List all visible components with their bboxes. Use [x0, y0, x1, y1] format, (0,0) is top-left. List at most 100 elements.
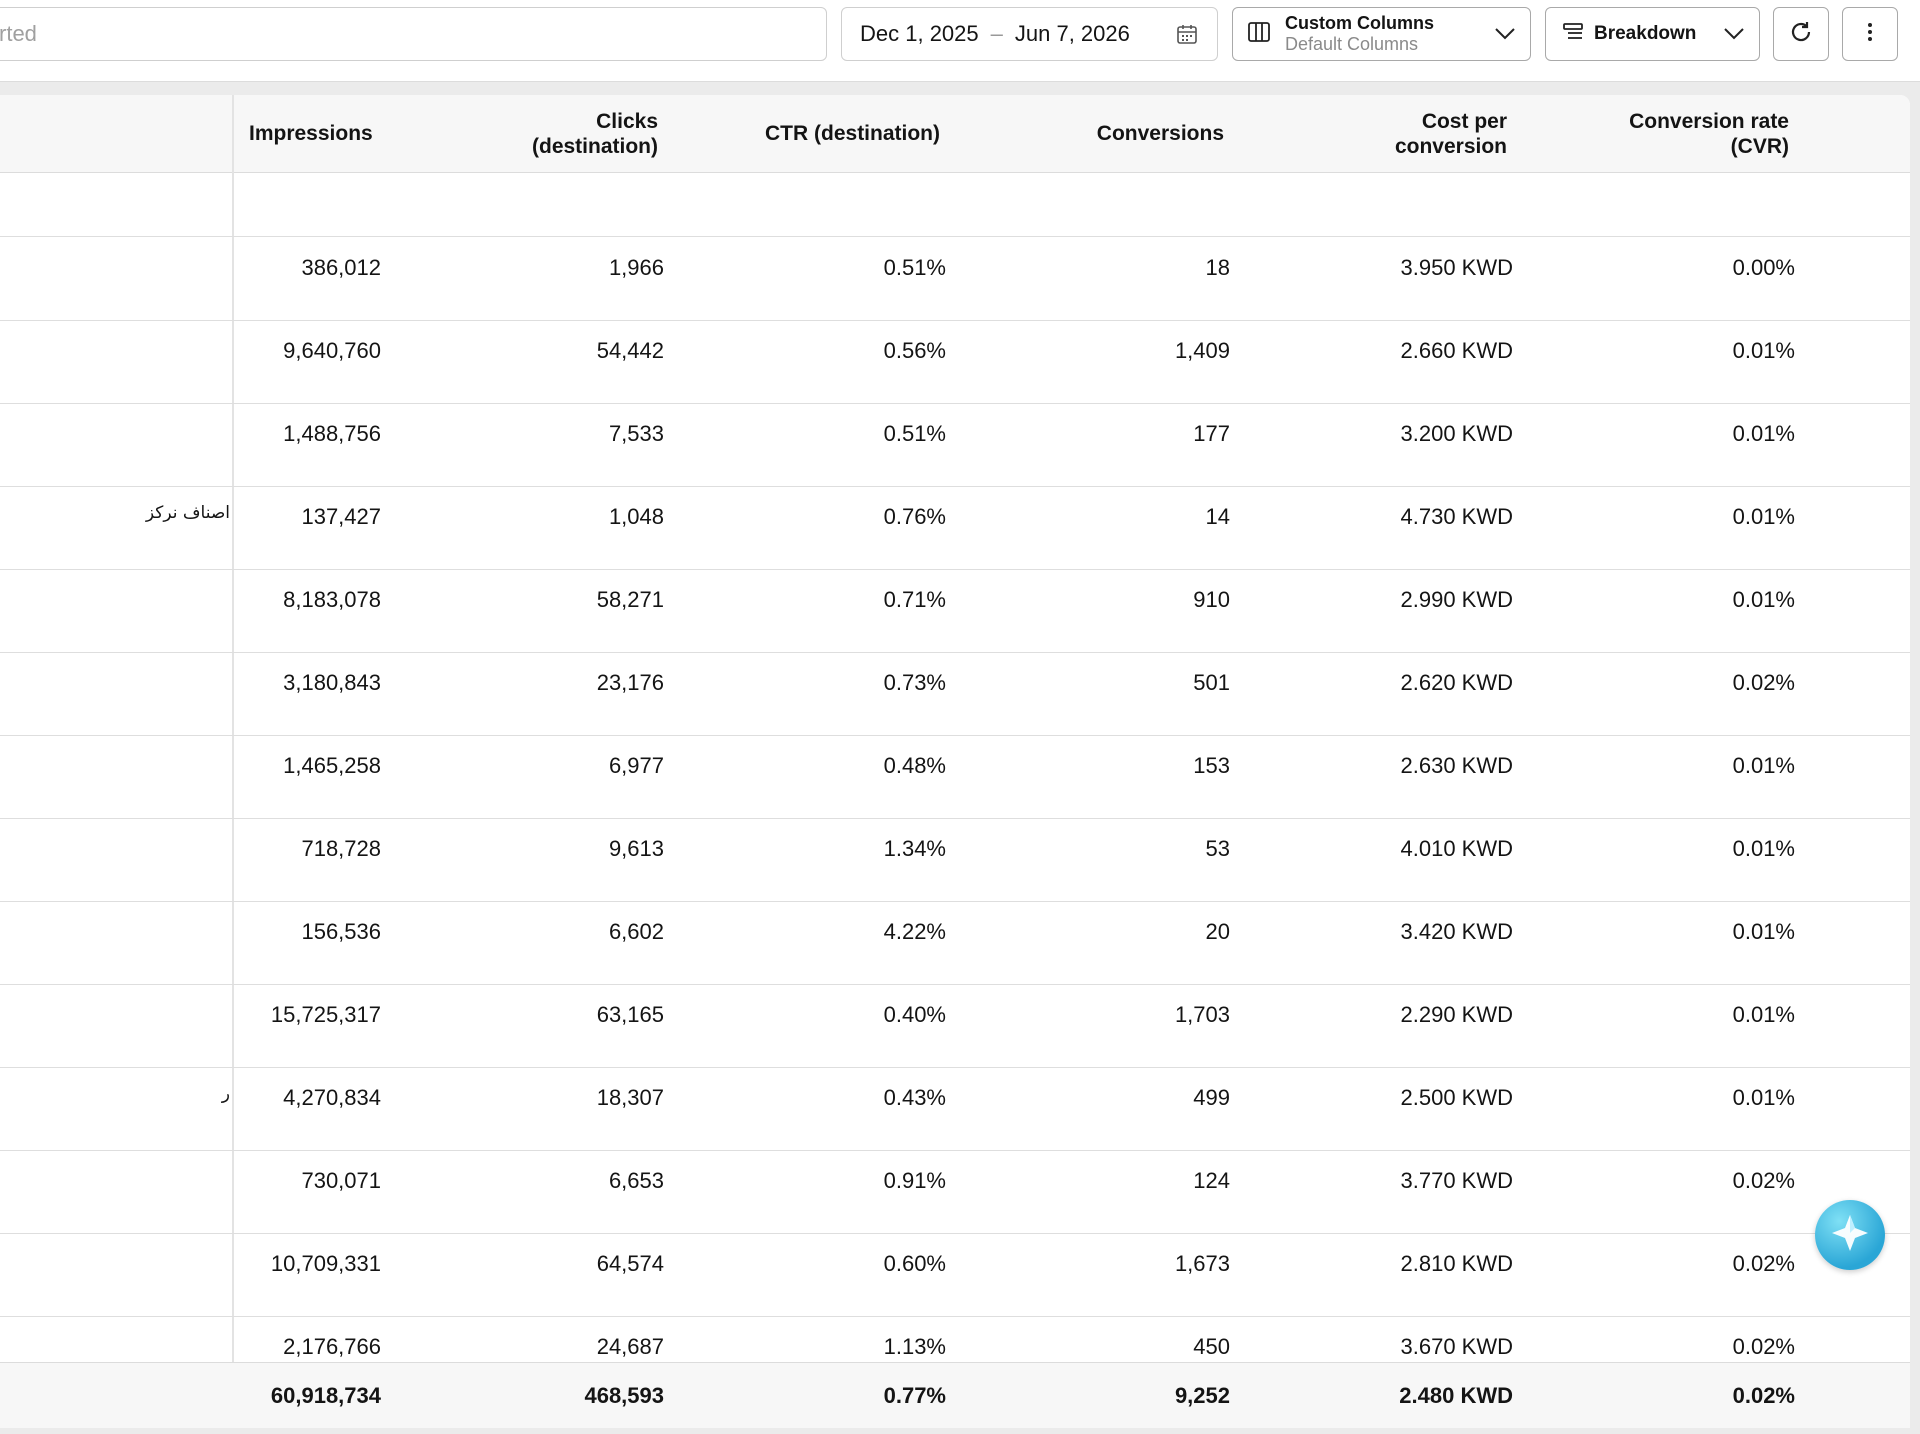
cell-conversions: 1,673	[1174, 1251, 1230, 1276]
cell-cost-per-conversion: 2.990 KWD	[1400, 587, 1514, 612]
cell-clicks: 1,966	[608, 255, 664, 280]
cell-impressions: 137,427	[301, 504, 381, 529]
cell-impressions: 3,180,843	[283, 670, 381, 695]
cell-ctr: 0.43%	[883, 1085, 946, 1110]
cell-cost-per-conversion: 2.500 KWD	[1400, 1085, 1514, 1110]
metrics-table: Impressions Clicks (destination) CTR (de…	[0, 95, 1910, 1428]
total-ctr: 0.77%	[883, 1383, 946, 1408]
cell-ctr: 0.56%	[883, 338, 946, 363]
row-name-cell	[0, 1001, 230, 1031]
table-row[interactable]: 3,180,843 23,176 0.73% 501 2.620 KWD 0.02%	[0, 652, 1910, 736]
custom-columns-button[interactable]: Custom Columns Default Columns	[1232, 7, 1531, 61]
chevron-down-icon	[1494, 27, 1516, 46]
assistant-button[interactable]	[1815, 1200, 1885, 1270]
cell-ctr: 1.34%	[883, 836, 946, 861]
cell-impressions: 9,640,760	[283, 338, 381, 363]
cell-ctr: 0.76%	[883, 504, 946, 529]
table-row[interactable]: 386,012 1,966 0.51% 18 3.950 KWD 0.00%	[0, 237, 1910, 321]
row-name-cell	[0, 420, 230, 450]
cell-conversions: 20	[1205, 919, 1230, 944]
empty-row	[0, 173, 1910, 237]
table-row[interactable]: 10,709,331 64,574 0.60% 1,673 2.810 KWD 0.02%	[0, 1233, 1910, 1317]
cell-clicks: 23,176	[596, 670, 664, 695]
cell-clicks: 54,442	[596, 338, 664, 363]
row-name-cell	[0, 669, 230, 699]
table-row[interactable]: 1,465,258 6,977 0.48% 153 2.630 KWD 0.01%	[0, 735, 1910, 819]
cell-conversions: 18	[1205, 255, 1230, 280]
table-row[interactable]: اصناف نركز 137,427 1,048 0.76% 14 4.730 KWD 0.…	[0, 486, 1910, 570]
table-row[interactable]: ر 4,270,834 18,307 0.43% 499 2.500 KWD 0.01%	[0, 1067, 1910, 1151]
cell-impressions: 4,270,834	[283, 1085, 381, 1110]
cell-cvr: 0.01%	[1732, 919, 1795, 944]
cell-ctr: 0.71%	[883, 587, 946, 612]
row-name-cell	[0, 835, 230, 865]
cell-cvr: 0.02%	[1732, 1334, 1795, 1359]
search-input[interactable]	[0, 8, 826, 60]
cell-conversions: 124	[1193, 1168, 1230, 1193]
cell-conversions: 14	[1205, 504, 1230, 529]
cell-cvr: 0.01%	[1732, 504, 1795, 529]
row-name-cell	[0, 337, 230, 367]
table-row[interactable]: 730,071 6,653 0.91% 124 3.770 KWD 0.02%	[0, 1150, 1910, 1234]
cell-conversions: 910	[1193, 587, 1230, 612]
cell-cvr: 0.01%	[1732, 753, 1795, 778]
total-cvr: 0.02%	[1732, 1383, 1795, 1408]
cell-impressions: 730,071	[301, 1168, 381, 1193]
refresh-button[interactable]	[1773, 7, 1829, 61]
cell-cost-per-conversion: 3.950 KWD	[1400, 255, 1514, 280]
cell-conversions: 53	[1205, 836, 1230, 861]
cell-conversions: 153	[1193, 753, 1230, 778]
more-options-button[interactable]	[1842, 7, 1898, 61]
breakdown-label: Breakdown	[1594, 23, 1697, 44]
cell-cost-per-conversion: 2.810 KWD	[1400, 1251, 1514, 1276]
date-end: Jun 7, 2026	[1014, 21, 1130, 46]
cell-cost-per-conversion: 3.200 KWD	[1400, 421, 1514, 446]
cell-impressions: 156,536	[301, 919, 381, 944]
breakdown-button[interactable]: Breakdown	[1545, 7, 1760, 61]
cell-impressions: 15,725,317	[270, 1002, 381, 1027]
column-header-ctr[interactable]: CTR (destination)	[765, 95, 940, 172]
cell-conversions: 450	[1193, 1334, 1230, 1359]
calendar-icon[interactable]	[1175, 22, 1199, 52]
cell-conversions: 1,409	[1174, 338, 1230, 363]
cell-conversions: 1,703	[1174, 1002, 1230, 1027]
column-header-cost-per-conversion[interactable]: Cost per conversion	[1395, 95, 1507, 172]
column-header-cvr[interactable]: Conversion rate (CVR)	[1629, 95, 1789, 172]
cell-clicks: 64,574	[596, 1251, 664, 1276]
custom-columns-title: Custom Columns	[1285, 13, 1435, 33]
cell-ctr: 0.40%	[883, 1002, 946, 1027]
cell-clicks: 9,613	[608, 836, 664, 861]
column-header-clicks[interactable]: Clicks (destination)	[532, 95, 658, 172]
row-name-cell	[0, 254, 230, 284]
cell-cost-per-conversion: 2.630 KWD	[1400, 753, 1514, 778]
row-name-cell: ر	[0, 1084, 230, 1114]
custom-columns-value: Default Columns	[1285, 34, 1419, 54]
date-start: Dec 1, 2025	[860, 21, 979, 46]
row-name-cell	[0, 1250, 230, 1280]
table-row[interactable]: 1,488,756 7,533 0.51% 177 3.200 KWD 0.01%	[0, 403, 1910, 487]
table-row[interactable]: 8,183,078 58,271 0.71% 910 2.990 KWD 0.01%	[0, 569, 1910, 653]
row-name-cell	[0, 1167, 230, 1197]
cell-cvr: 0.00%	[1732, 255, 1795, 280]
cell-cost-per-conversion: 3.420 KWD	[1400, 919, 1514, 944]
row-name-cell	[0, 586, 230, 616]
date-range-picker[interactable]: Dec 1, 2025 – Jun 7, 2026	[841, 7, 1218, 61]
table-row[interactable]: 9,640,760 54,442 0.56% 1,409 2.660 KWD 0.01%	[0, 320, 1910, 404]
more-vertical-icon	[1867, 22, 1873, 47]
row-name-cell	[0, 752, 230, 782]
column-header-conversions[interactable]: Conversions	[1097, 95, 1224, 172]
column-header-impressions[interactable]: Impressions	[249, 95, 373, 172]
cell-clicks: 6,653	[608, 1168, 664, 1193]
table-row[interactable]: 15,725,317 63,165 0.40% 1,703 2.290 KWD 0.01%	[0, 984, 1910, 1068]
table-row[interactable]: 718,728 9,613 1.34% 53 4.010 KWD 0.01%	[0, 818, 1910, 902]
cell-cvr: 0.01%	[1732, 421, 1795, 446]
search-field[interactable]	[0, 7, 827, 61]
cell-cvr: 0.01%	[1732, 587, 1795, 612]
row-name: ر	[221, 1084, 230, 1104]
assistant-sparkle-icon	[1828, 1211, 1872, 1260]
cell-cost-per-conversion: 2.660 KWD	[1400, 338, 1514, 363]
cell-cost-per-conversion: 4.010 KWD	[1400, 836, 1514, 861]
table-row[interactable]: 156,536 6,602 4.22% 20 3.420 KWD 0.01%	[0, 901, 1910, 985]
total-conversions: 9,252	[1174, 1383, 1230, 1408]
cell-cost-per-conversion: 3.770 KWD	[1400, 1168, 1514, 1193]
